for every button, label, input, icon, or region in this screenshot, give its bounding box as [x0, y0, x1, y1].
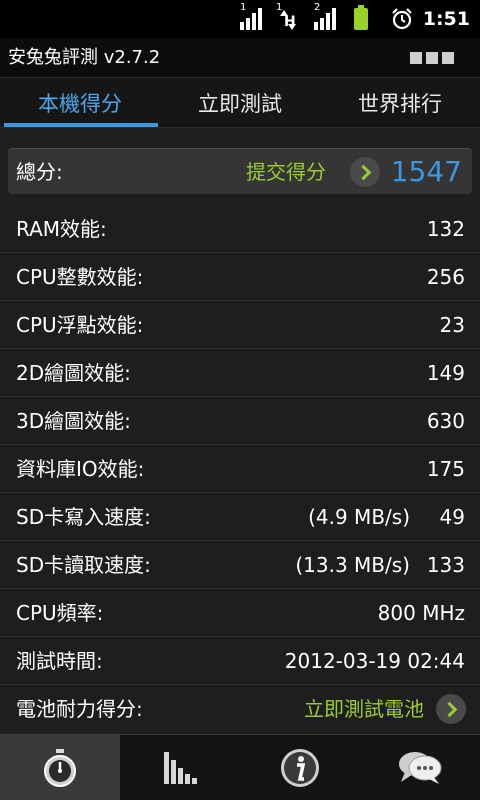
row-label: CPU浮點效能: — [16, 313, 144, 337]
status-clock: 1:51 — [422, 8, 470, 30]
tab-world-ranking[interactable]: 世界排行 — [320, 78, 480, 127]
nav-ranking[interactable] — [120, 735, 240, 800]
list-item: 資料庫IO效能: 175 — [0, 445, 480, 493]
row-label: 測試時間: — [16, 649, 103, 673]
tab-test-now[interactable]: 立即測試 — [160, 78, 320, 127]
signal-strength-2-icon — [314, 8, 336, 30]
battery-test-row: 電池耐力得分: 立即測試電池 — [0, 685, 480, 733]
app-title-bar: 安兔兔評測 v2.7.2 — [0, 38, 480, 78]
total-score-row: 總分: 提交得分 1547 — [8, 148, 472, 194]
tab-bar: 本機得分 立即測試 世界排行 — [0, 78, 480, 128]
tab-my-score[interactable]: 本機得分 — [0, 78, 160, 127]
alarm-clock-icon — [392, 8, 412, 30]
row-value: 133 — [426, 553, 465, 577]
signal-strength-icon — [240, 8, 262, 30]
submit-score-button[interactable]: 提交得分 — [246, 149, 326, 195]
data-transfer-icon — [280, 10, 296, 30]
chevron-right-icon[interactable] — [436, 694, 466, 724]
list-item: 2D繪圖效能: 149 — [0, 349, 480, 397]
list-item: CPU浮點效能: 23 — [0, 301, 480, 349]
row-value: 256 — [426, 265, 465, 289]
row-value: 630 — [426, 409, 465, 433]
row-value: 800 MHz — [377, 601, 465, 625]
row-label: CPU整數效能: — [16, 265, 144, 289]
chat-bubble-icon — [399, 751, 442, 784]
nav-info[interactable] — [240, 735, 360, 800]
total-score-label: 總分: — [16, 160, 63, 184]
test-battery-button[interactable]: 立即測試電池 — [304, 685, 424, 733]
row-label: 資料庫IO效能: — [16, 457, 145, 481]
row-label: SD卡讀取速度: — [16, 553, 151, 577]
row-label: 2D繪圖效能: — [16, 361, 131, 385]
row-value: 23 — [439, 313, 465, 337]
nav-messages[interactable] — [360, 735, 480, 800]
list-item: CPU頻率: 800 MHz — [0, 589, 480, 637]
row-label: 3D繪圖效能: — [16, 409, 131, 433]
row-label: RAM效能: — [16, 217, 107, 241]
list-item: CPU整數效能: 256 — [0, 253, 480, 301]
row-value: 175 — [426, 457, 465, 481]
row-value: 132 — [426, 217, 465, 241]
row-label: SD卡寫入速度: — [16, 505, 151, 529]
list-item: SD卡讀取速度: (13.3 MB/s) 133 — [0, 541, 480, 589]
list-item: 3D繪圖效能: 630 — [0, 397, 480, 445]
total-score-value: 1547 — [390, 155, 462, 188]
list-item: 測試時間: 2012-03-19 02:44 — [0, 637, 480, 685]
bottom-nav — [0, 734, 480, 800]
row-value: 2012-03-19 02:44 — [284, 649, 465, 673]
row-speed: (4.9 MB/s) — [308, 505, 410, 529]
battery-icon — [354, 5, 368, 30]
list-item: SD卡寫入速度: (4.9 MB/s) 49 — [0, 493, 480, 541]
row-speed: (13.3 MB/s) — [295, 553, 410, 577]
info-icon — [281, 748, 319, 787]
nav-score[interactable] — [0, 735, 120, 800]
stopwatch-icon — [44, 748, 76, 787]
status-bar: 1 1 H 2 1:51 — [0, 0, 480, 38]
row-label: 電池耐力得分: — [16, 697, 143, 721]
row-label: CPU頻率: — [16, 601, 104, 625]
chevron-right-icon[interactable] — [350, 157, 380, 187]
row-value: 49 — [439, 505, 465, 529]
overflow-menu-icon[interactable] — [410, 52, 454, 64]
row-value: 149 — [426, 361, 465, 385]
list-item: RAM效能: 132 — [0, 205, 480, 253]
app-title: 安兔兔評測 v2.7.2 — [8, 47, 161, 68]
bar-chart-icon — [164, 751, 197, 784]
